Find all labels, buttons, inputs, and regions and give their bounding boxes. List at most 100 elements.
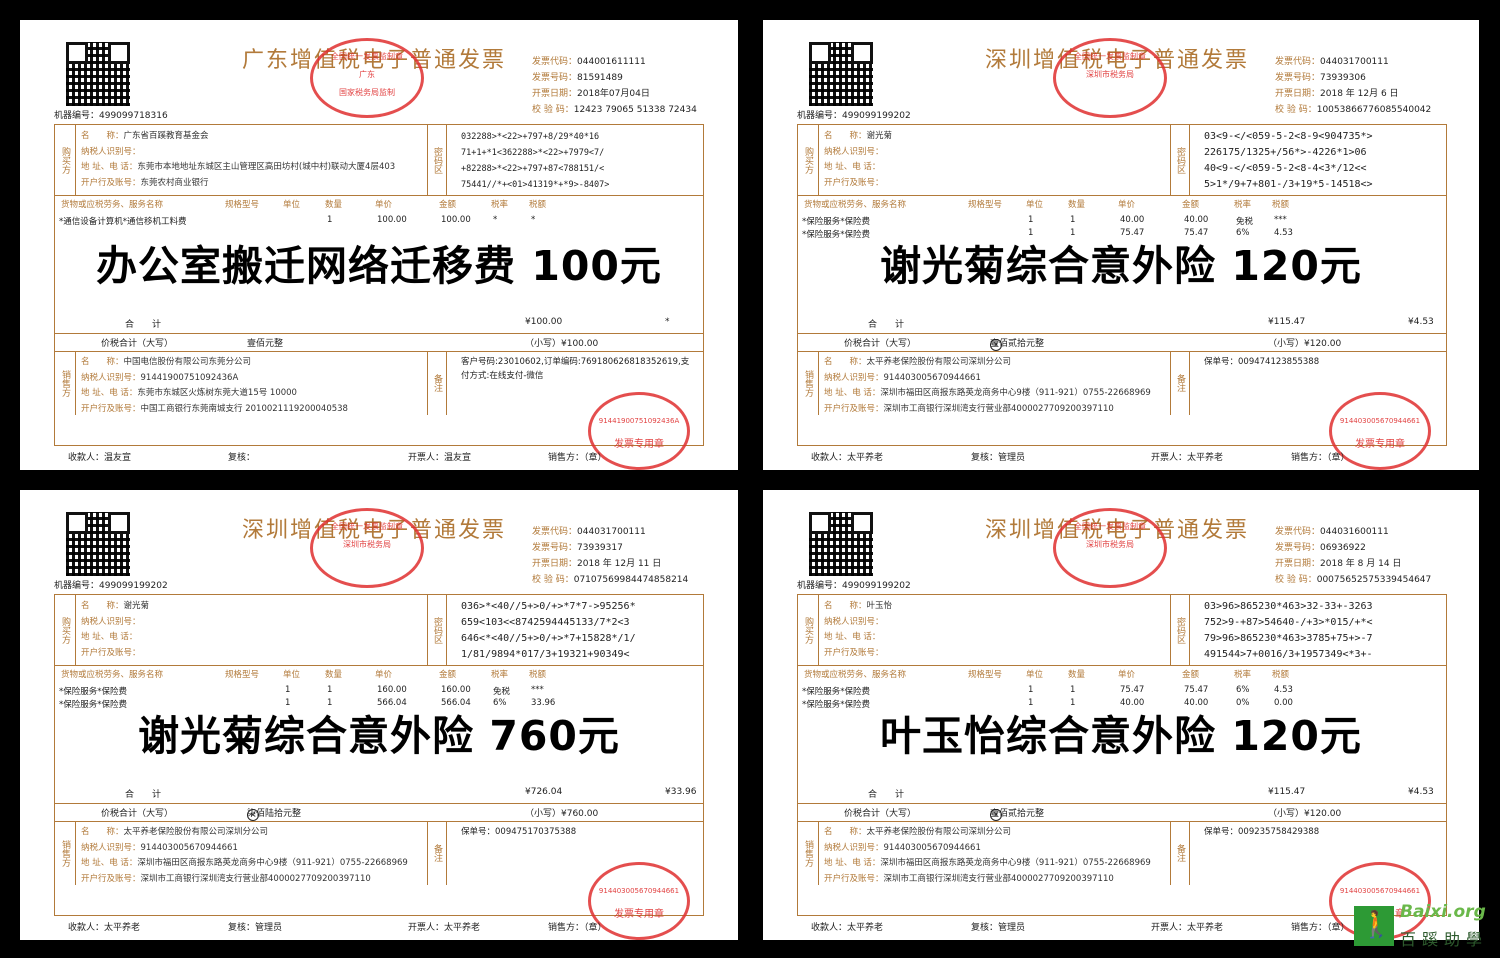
remark-label: 备注 [1170, 351, 1190, 415]
item-cell: 100.00 [441, 215, 471, 225]
remark-label: 备注 [427, 351, 447, 415]
field-key: 纳税人识别号： [824, 842, 884, 853]
buyer-field: 名 称：广东省百蹊教育基金会 [81, 129, 395, 145]
field-key: 开户行及账号： [81, 873, 141, 884]
cipher-line: 03<9-</<059-5-2<8-9<904735*> [1204, 131, 1373, 142]
seal-text: 深圳市税务局 [1086, 540, 1134, 549]
total-row: 合 计 ¥115.47 ¥4.53 [798, 317, 1446, 331]
field-value: 914403005670944661 [883, 372, 981, 383]
seal-label: 发票专用章 [614, 439, 664, 450]
remark-text: 客户号码:23010602,订单编码:769180626818352619,支付… [461, 357, 690, 381]
cipher-line: 491544>7+0016/3+1957349<*3+- [1204, 649, 1373, 660]
item-cell: *通信设备计算机*通信移机工料费 [59, 217, 187, 227]
cipher-line: 79>96>865230*463>3785+75+>-7 [1204, 633, 1373, 644]
total-label: 合 计 [868, 320, 905, 330]
field-value: 深圳市工商银行深圳湾支行营业部4000027709200397110 [140, 873, 371, 884]
sum-row: 价税合计（大写） 壹佰元整 （小写）¥100.00 [55, 333, 703, 352]
sum-label: 价税合计（大写） [844, 809, 917, 819]
meta-line: 校 验 码：10053866776085540042 [1275, 102, 1431, 118]
meta-value: 044031600111 [1320, 527, 1389, 537]
cipher-line: 5>1*/9+7+801-/3+19*5-14518<> [1204, 179, 1373, 190]
overlay-caption: 谢光菊综合意外险 760元 [138, 712, 620, 760]
meta-line: 开票日期：2018 年 12月 11 日 [532, 556, 688, 572]
item-cell: 40.00 [1184, 215, 1209, 225]
item-headers: 货物或应税劳务、服务名称 规格型号 单位 数量 单价 金额 税率 税额 [55, 665, 703, 683]
footer-item: 收款人：太平养老 [68, 923, 141, 933]
meta-key: 校 验 码： [1275, 575, 1317, 585]
invoice-meta: 发票代码：044031700111 发票号码：73939306 开票日期：2018 … [1275, 54, 1431, 118]
meta-line: 发票代码：044001611111 [532, 54, 697, 70]
field-key: 名 称： [824, 601, 867, 611]
item-cell: 1 [1028, 215, 1034, 225]
remark-label: 备注 [427, 821, 447, 885]
column-header: 单位 [283, 670, 301, 680]
field-key: 名 称： [824, 131, 867, 141]
cipher-line: 75441//*+<01>41319*+*9>-8407> [461, 180, 610, 190]
cross-circle-icon: × [990, 809, 1002, 821]
meta-value: 12423 79065 51338 72434 [573, 105, 697, 115]
invoice-panel: 机器编号：499099199202 深圳增值税电子普通发票 全国统一发票监制章 深圳市… [763, 490, 1479, 940]
meta-key: 校 验 码： [532, 105, 574, 115]
seller-field: 纳税人识别号：91441900751092436A [81, 371, 348, 387]
supervision-seal: 全国统一发票监制章 广东 国家税务局监制 [310, 38, 424, 118]
buyer-field: 纳税人识别号： [81, 615, 149, 631]
column-header: 数量 [325, 200, 343, 210]
cipher-line: 03>96>865230*463>32-33+-3263 [1204, 601, 1373, 612]
seal-text: 深圳市税务局 [1086, 70, 1134, 79]
baixi-watermark: Baixi.org 百蹊助學 [1350, 896, 1498, 952]
column-header: 单位 [283, 200, 301, 210]
field-key: 名 称： [81, 357, 124, 367]
column-header: 规格型号 [968, 200, 1003, 210]
cipher-text: 036>*<40//5+>0/+>*7*7->95256* 659<103<<87… [461, 599, 636, 663]
cipher-line: 659<103<<8742594445133/7*2<3 [461, 617, 630, 628]
buyer-field: 开户行及账号： [824, 176, 892, 192]
column-header: 规格型号 [225, 670, 260, 680]
cipher-line: 226175/1325+/56*>-4226*1>06 [1204, 147, 1367, 158]
column-header: 单价 [375, 670, 393, 680]
field-key: 纳税人识别号： [824, 372, 884, 383]
meta-line: 开票日期：2018 年 12月 6 日 [1275, 86, 1431, 102]
field-key: 开户行及账号： [81, 177, 141, 188]
field-key: 地 址、电 话： [824, 162, 881, 172]
seal-text: 广东 [359, 70, 375, 79]
footer-item: 开票人：太平养老 [408, 923, 481, 933]
field-key: 地 址、电 话： [81, 162, 138, 172]
buyer-field: 地 址、电 话： [81, 630, 149, 646]
field-key: 名 称： [824, 357, 867, 367]
meta-value: 00075652575339454647 [1316, 575, 1432, 585]
qr-code-icon [809, 512, 873, 576]
invoice-meta: 发票代码：044031600111 发票号码：06936922 开票日期：2018 … [1275, 524, 1431, 588]
field-value: 914403005670944661 [883, 842, 981, 853]
column-header: 单位 [1026, 200, 1044, 210]
machine-number: 机器编号：499099199202 [797, 111, 911, 121]
meta-value: 2018年07月04日 [577, 89, 650, 99]
seal-text: 全国统一发票监制章 [331, 522, 403, 531]
overlay-caption: 叶玉怡综合意外险 120元 [880, 712, 1362, 760]
seller-field: 名 称：太平养老保险股份有限公司深圳分公司 [824, 355, 1151, 371]
buyer-row: 购买方名 称：谢光菊 纳税人识别号： 地 址、电 话： 开户行及账号： 密码区 036>*… [55, 595, 703, 666]
field-key: 名 称： [81, 827, 124, 837]
seal-text: 国家税务局监制 [339, 88, 395, 97]
seller-label: 销售方 [55, 351, 76, 415]
meta-key: 发票代码： [532, 527, 578, 537]
meta-value: 2018 年 8 月 14 日 [1320, 559, 1402, 569]
item-headers: 货物或应税劳务、服务名称 规格型号 单位 数量 单价 金额 税率 税额 [55, 195, 703, 213]
seller-fields: 名 称：中国电信股份有限公司东莞分公司 纳税人识别号：91441900751092… [81, 355, 348, 417]
invoice-panel: 机器编号：499099199202 深圳增值税电子普通发票 全国统一发票监制章 深圳市… [763, 20, 1479, 470]
column-header: 货物或应税劳务、服务名称 [61, 670, 164, 680]
buyer-row: 购买方名 称：叶玉怡 纳税人识别号： 地 址、电 话： 开户行及账号： 密码区 03>96… [798, 595, 1446, 666]
seller-fields: 名 称：太平养老保险股份有限公司深圳分公司 纳税人识别号：914403005670… [81, 825, 408, 887]
column-header: 单位 [1026, 670, 1044, 680]
buyer-fields: 名 称：广东省百蹊教育基金会 纳税人识别号： 地 址、电 话：东莞市本地地址东城区主… [81, 129, 395, 191]
sum-label: 价税合计（大写） [101, 809, 174, 819]
meta-line: 开票日期：2018年07月04日 [532, 86, 697, 102]
qr-code-icon [66, 42, 130, 106]
field-key: 地 址、电 话： [824, 388, 881, 398]
invoice-panel: 机器编号：499099718316 广东增值税电子普通发票 全国统一发票监制章 广东国… [20, 20, 738, 470]
field-key: 地 址、电 话： [81, 632, 138, 642]
seller-label: 销售方 [798, 351, 819, 415]
buyer-field: 名 称：谢光菊 [81, 599, 149, 615]
machine-number: 机器编号：499099718316 [54, 111, 168, 121]
column-header: 税额 [529, 670, 547, 680]
item-cell: 免税 [493, 687, 511, 697]
